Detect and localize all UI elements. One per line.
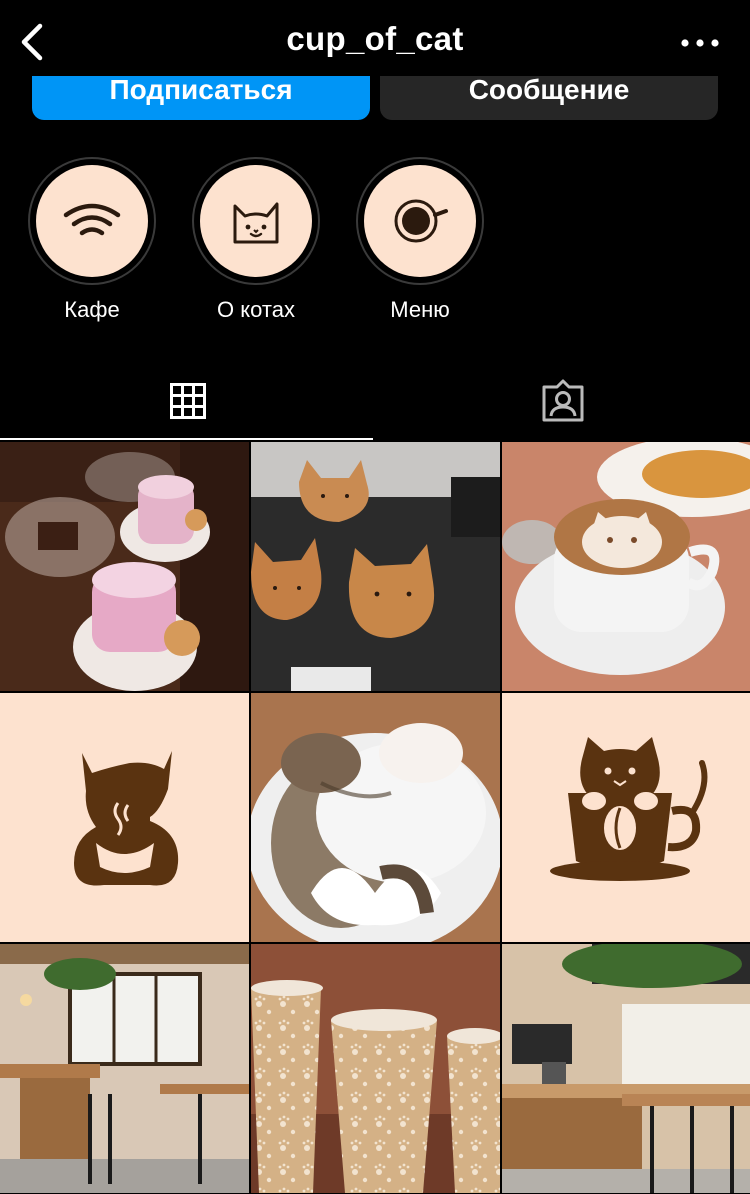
wifi-icon: [63, 203, 121, 236]
post-thumbnail[interactable]: [502, 442, 750, 691]
highlight-label: Меню: [390, 297, 450, 322]
highlight-label: Кафе: [64, 297, 120, 322]
post-thumbnail[interactable]: [0, 944, 249, 1193]
highlight-about-cats[interactable]: О котах: [192, 157, 320, 323]
highlight-cafe[interactable]: Кафе: [28, 157, 156, 323]
post-thumbnail[interactable]: [0, 693, 249, 942]
coffee-cup-icon: [394, 199, 448, 243]
top-bar: cup_of_cat: [0, 0, 750, 86]
post-thumbnail[interactable]: [251, 944, 500, 1193]
profile-tabs: [0, 360, 750, 442]
posts-grid: [0, 442, 750, 1194]
post-thumbnail[interactable]: [251, 442, 500, 691]
highlight-label: О котах: [217, 297, 295, 322]
active-tab-indicator: [0, 438, 373, 440]
post-thumbnail[interactable]: [0, 442, 249, 691]
post-thumbnail[interactable]: [251, 693, 500, 942]
tagged-person-icon: [542, 379, 583, 422]
tab-posts-grid[interactable]: [0, 360, 375, 442]
post-thumbnail[interactable]: [502, 944, 750, 1193]
tab-tagged[interactable]: [375, 360, 750, 442]
profile-username: cup_of_cat: [286, 20, 464, 57]
cat-face-icon: [233, 202, 279, 244]
highlight-menu[interactable]: Меню: [356, 157, 484, 323]
more-horizontal-icon[interactable]: [680, 38, 720, 48]
post-thumbnail[interactable]: [502, 693, 750, 942]
grid-icon: [169, 383, 206, 419]
